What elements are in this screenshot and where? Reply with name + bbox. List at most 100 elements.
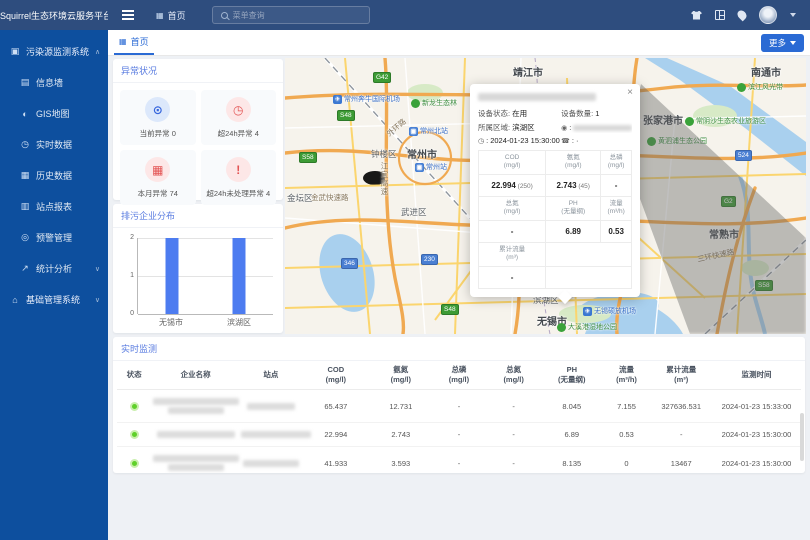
sidebar-group-pollution-monitor-system[interactable]: ▣污染源监测系统∧	[0, 36, 108, 67]
more-button[interactable]: 更多	[761, 34, 804, 52]
tab-home[interactable]: ▦ 首页	[114, 30, 154, 55]
map-label-poi-green: 滨江风光带	[737, 82, 783, 92]
gis-map[interactable]: 靖江市南通市常州市无锡市常熟市张家港市钟楼区武进区金坛区滨湖区新龙生态林常阴沙生…	[285, 58, 806, 334]
map-label-road: 金武快速路	[311, 192, 349, 203]
panel-title: 排污企业分布	[113, 204, 283, 228]
sidebar-item-history-data[interactable]: ▦历史数据	[0, 160, 108, 191]
sidebar-item-statistics-analysis[interactable]: ↗统计分析∨	[0, 253, 108, 284]
metric-header: 总氮(mg/l)	[479, 196, 546, 220]
flame-icon[interactable]	[736, 9, 749, 22]
column-header: 站点	[240, 361, 302, 390]
column-header: 流量(m³/h)	[603, 361, 651, 390]
redacted-text	[153, 398, 239, 405]
sidebar-group-base-management-system[interactable]: ⌂基础管理系统∨	[0, 284, 108, 315]
table-row[interactable]: 65.43712.731--8.0457.155327636.5312024-0…	[117, 390, 801, 423]
station-icon: ▣	[409, 127, 418, 136]
enterprise-name-cell	[151, 423, 240, 447]
column-header: 总磷(mg/l)	[432, 361, 487, 390]
grid-icon: ▦	[156, 11, 164, 20]
siren-icon: ⊙	[145, 97, 170, 122]
popup-field: ◷: 2024-01-23 15:30:00	[478, 136, 561, 145]
value-cell: 13467	[650, 447, 712, 473]
map-label-city: 常熟市	[709, 226, 739, 241]
sidebar-item-label: 实时数据	[36, 138, 72, 151]
chart-bar	[165, 238, 178, 314]
app-window: Squirrel生态环境云服务平台 ▦ 首页 ▣污染源监测系统∧▤信息墙◐GIS…	[0, 0, 810, 540]
status-cell	[117, 390, 151, 423]
x-tick-label: 滨湖区	[205, 317, 273, 328]
clock-icon: ◷	[478, 137, 484, 145]
bar-chart-x-labels: 无锡市滨湖区	[137, 317, 273, 328]
park-icon	[411, 99, 420, 108]
popup-field-value: ·	[576, 136, 579, 145]
popup-close-icon[interactable]: ×	[627, 88, 633, 98]
sidebar-item-gis-map[interactable]: ◐GIS地图	[0, 98, 108, 129]
popup-field-value: 2024-01-23 15:30:00	[490, 136, 560, 145]
value-cell: 7.155	[603, 390, 651, 423]
metric-header: 氨氮(mg/l)	[546, 151, 601, 175]
abnormal-card-over24h-unhandled-abnormal[interactable]: !超24h未处理异常 4	[201, 150, 277, 205]
chevron-down-icon: ∨	[95, 265, 100, 273]
chevron-up-icon: ∧	[95, 48, 100, 56]
metric-header: PH(无量纲)	[546, 196, 601, 220]
road-badge: 346	[341, 258, 358, 269]
value-cell: 22.994	[302, 423, 370, 447]
site-cell	[240, 447, 302, 473]
user-menu-chevron-icon[interactable]	[790, 13, 796, 17]
redacted-company-name	[478, 93, 596, 101]
road-badge: G42	[373, 72, 391, 83]
metric-header: 总磷(mg/l)	[601, 151, 632, 175]
abnormal-card-month-abnormal[interactable]: ▦本月异常 74	[120, 150, 196, 205]
abnormal-card-label: 本月异常 74	[138, 188, 178, 199]
sidebar-item-realtime-data[interactable]: ◷ 实时数据	[0, 129, 108, 160]
map-label-district: 钟楼区	[371, 148, 397, 160]
left-column: 异常状况 ⊙当前异常 0◷超24h异常 4▦本月异常 74!超24h未处理异常 …	[113, 59, 283, 333]
map-label-city: 南通市	[751, 64, 781, 79]
column-header: 累计流量(m³)	[650, 361, 712, 390]
redacted-text	[241, 431, 311, 438]
x-tick-label: 无锡市	[137, 317, 205, 328]
empty-cell	[546, 266, 632, 288]
map-label-poi-blue: ✈无锡硕放机场	[583, 306, 636, 316]
map-label-city: 常州市	[407, 146, 437, 161]
search-input[interactable]	[233, 11, 361, 20]
popup-field-value: 在用	[512, 108, 527, 119]
table-row[interactable]: 41.9333.593--8.1350134672024-01-23 15:30…	[117, 447, 801, 473]
layout-icon[interactable]	[715, 10, 725, 20]
road-badge: S58	[299, 152, 317, 163]
road-badge: G2	[721, 196, 736, 207]
metric-header: 累计流量(m³)	[479, 242, 546, 266]
sidebar-item-site-report[interactable]: ▥站点报表	[0, 191, 108, 222]
user-avatar[interactable]	[759, 6, 777, 24]
content-area: 异常状况 ⊙当前异常 0◷超24h异常 4▦本月异常 74!超24h未处理异常 …	[108, 56, 810, 540]
redacted-text	[157, 431, 235, 438]
more-button-label: 更多	[769, 37, 786, 49]
sidebar-item-label: GIS地图	[36, 107, 70, 120]
metric-value: 6.89	[546, 220, 601, 242]
status-indicator	[130, 459, 139, 468]
abnormal-card-current-abnormal[interactable]: ⊙ 当前异常 0	[120, 90, 196, 145]
abnormal-card-over24h-abnormal[interactable]: ◷超24h异常 4	[201, 90, 277, 145]
theme-skin-icon[interactable]	[691, 11, 702, 20]
sidebar-item-alert-management[interactable]: ◎预警管理	[0, 222, 108, 253]
airport-icon: ✈	[333, 95, 342, 104]
sidebar-item-info-wall[interactable]: ▤信息墙	[0, 67, 108, 98]
value-cell: -	[650, 423, 712, 447]
table-scrollbar[interactable]	[800, 413, 804, 461]
table-row[interactable]: 22.9942.743--6.890.53-2024-01-23 15:30:0…	[117, 423, 801, 447]
value-cell: 2024-01-23 15:30:00	[712, 423, 801, 447]
clock-alert-icon: ◷	[226, 97, 251, 122]
value-cell: -	[432, 423, 487, 447]
hamburger-menu-icon[interactable]	[122, 10, 134, 20]
realtime-data-icon: ◷	[20, 139, 30, 150]
sidebar-group-label: 污染源监测系统	[26, 45, 89, 58]
status-cell	[117, 447, 151, 473]
value-cell: 41.933	[302, 447, 370, 473]
sidebar-item-label: 统计分析	[36, 262, 72, 275]
park-icon	[557, 323, 566, 332]
metric-value: 2.743 (45)	[546, 174, 601, 196]
menu-search-box[interactable]	[212, 6, 370, 24]
abnormal-card-label: 当前异常 0	[140, 128, 176, 139]
value-cell: -	[432, 390, 487, 423]
topnav-home[interactable]: ▦ 首页	[156, 9, 186, 22]
